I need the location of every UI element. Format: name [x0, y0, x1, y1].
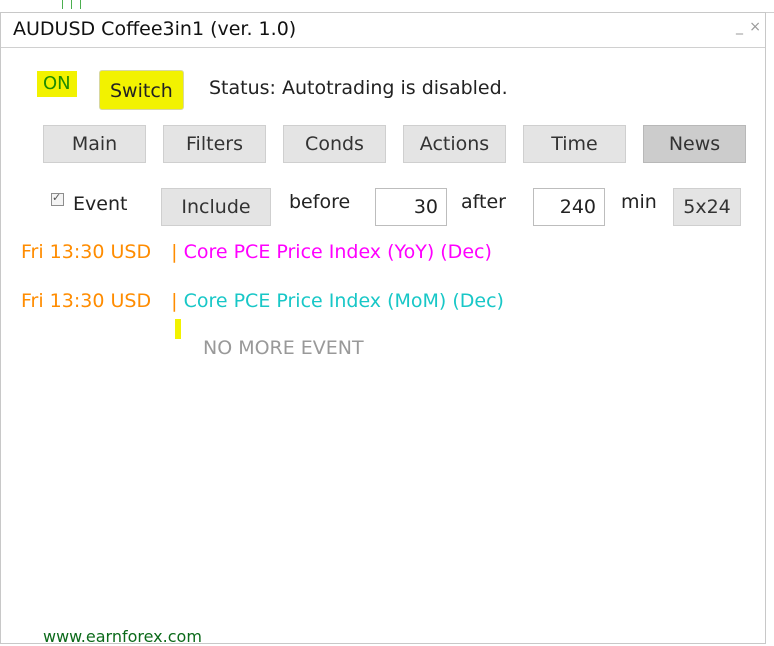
tab-filters[interactable]: Filters [163, 125, 266, 163]
window-title: AUDUSD Coffee3in1 (ver. 1.0) [13, 18, 297, 40]
before-minutes-input[interactable] [375, 188, 447, 226]
chart-tick [71, 0, 72, 9]
footer-link[interactable]: www.earnforex.com [43, 627, 202, 646]
tab-actions[interactable]: Actions [403, 125, 506, 163]
event-row: Fri 13:30 USD | Core PCE Price Index (Yo… [21, 241, 492, 263]
tab-time[interactable]: Time [523, 125, 626, 163]
event-time: Fri 13:30 USD [21, 290, 152, 312]
event-separator: | [171, 290, 178, 312]
no-more-events-label: NO MORE EVENT [203, 337, 364, 359]
event-label: Event [73, 193, 128, 215]
close-icon[interactable]: × [749, 19, 761, 35]
title-bar: AUDUSD Coffee3in1 (ver. 1.0) _ × [1, 13, 765, 48]
include-button[interactable]: Include [161, 188, 271, 226]
after-minutes-input[interactable] [533, 188, 605, 226]
event-checkbox[interactable] [51, 191, 64, 206]
cursor-marker [175, 319, 181, 339]
tab-conds[interactable]: Conds [283, 125, 386, 163]
status-text: Status: Autotrading is disabled. [209, 77, 508, 99]
tab-news[interactable]: News [643, 125, 746, 163]
status-on-label: ON [37, 71, 77, 97]
switch-button[interactable]: Switch [99, 70, 184, 110]
after-label: after [461, 191, 506, 213]
minutes-label: min [621, 191, 657, 213]
event-name: Core PCE Price Index (YoY) (Dec) [183, 241, 492, 263]
tab-main[interactable]: Main [43, 125, 146, 163]
event-name: Core PCE Price Index (MoM) (Dec) [183, 290, 504, 312]
minimize-icon[interactable]: _ [736, 19, 743, 35]
chart-tick [80, 0, 81, 9]
chart-tick [62, 0, 63, 9]
ea-panel: AUDUSD Coffee3in1 (ver. 1.0) _ × ON Swit… [0, 12, 766, 646]
time-grid-button[interactable]: 5x24 [673, 188, 741, 226]
event-time: Fri 13:30 USD [21, 241, 152, 263]
event-row: Fri 13:30 USD | Core PCE Price Index (Mo… [21, 290, 504, 312]
event-separator: | [171, 241, 178, 263]
before-label: before [289, 191, 351, 213]
